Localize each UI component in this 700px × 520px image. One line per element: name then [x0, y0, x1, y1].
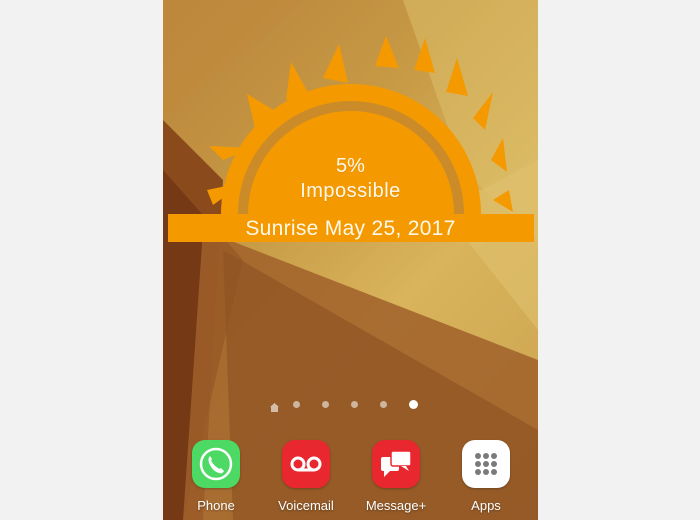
sunrise-date: Sunrise May 25, 2017	[245, 217, 456, 240]
voicemail-app[interactable]: Voicemail	[266, 440, 346, 513]
chance-percent: 5%	[336, 155, 365, 177]
messageplus-app[interactable]: Message+	[356, 440, 436, 513]
voicemail-icon	[282, 440, 330, 488]
app-label: Phone	[197, 498, 235, 513]
page-dot[interactable]	[293, 400, 300, 408]
page-dot[interactable]	[351, 400, 358, 408]
phone-app[interactable]: Phone	[176, 440, 256, 513]
home-screen: 5% Impossible Sunrise May 25, 2017 Phone	[163, 0, 538, 520]
page-dot-active[interactable]	[409, 399, 418, 409]
chance-label: Impossible	[300, 180, 401, 202]
sunrise-widget[interactable]: 5% Impossible Sunrise May 25, 2017	[163, 0, 538, 260]
app-label: Voicemail	[278, 498, 334, 513]
app-label: Apps	[471, 498, 501, 513]
message-icon	[372, 440, 420, 488]
page-dot[interactable]	[380, 400, 387, 408]
app-label: Message+	[365, 498, 427, 513]
apps-grid-icon	[462, 440, 510, 488]
page-indicator[interactable]	[270, 397, 440, 412]
page-dot[interactable]	[322, 400, 329, 408]
apps-drawer[interactable]: Apps	[446, 440, 526, 513]
home-icon	[270, 399, 279, 412]
phone-icon	[192, 440, 240, 488]
app-dock: Phone Voicemail Message+ Apps	[163, 440, 538, 520]
